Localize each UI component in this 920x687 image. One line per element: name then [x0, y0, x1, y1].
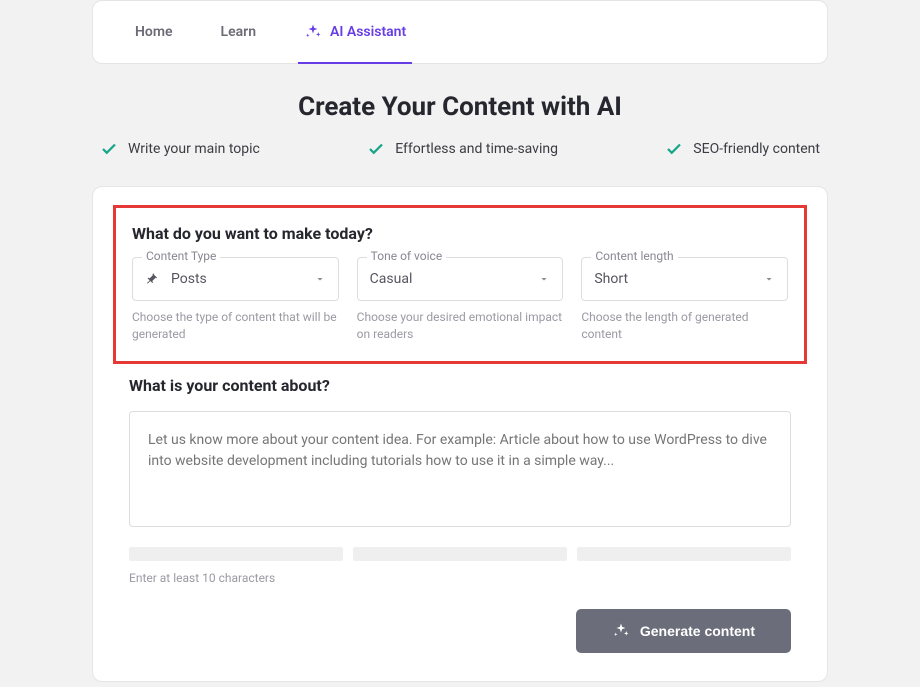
chevron-down-icon [314, 273, 326, 285]
content-type-hint: Choose the type of content that will be … [132, 309, 339, 343]
generate-button[interactable]: Generate content [576, 609, 791, 653]
skeleton-bar [129, 547, 343, 561]
content-type-field: Content Type Posts Choose the type of co [132, 257, 339, 343]
check-icon [367, 140, 385, 158]
tone-hint: Choose your desired emotional impact on … [357, 309, 564, 343]
highlight-box: What do you want to make today? Content … [113, 205, 807, 364]
skeleton-bar [577, 547, 791, 561]
question-label: What do you want to make today? [132, 224, 788, 243]
page-title: Create Your Content with AI [92, 92, 828, 122]
tab-home[interactable]: Home [135, 2, 173, 62]
check-icon [100, 140, 118, 158]
pin-icon [145, 271, 161, 287]
benefit-item: SEO-friendly content [665, 140, 820, 158]
tab-ai-assistant[interactable]: AI Assistant [304, 1, 406, 63]
length-select[interactable]: Short [581, 257, 788, 301]
tone-label: Tone of voice [367, 249, 447, 263]
tone-value: Casual [370, 271, 413, 287]
min-chars-hint: Enter at least 10 characters [129, 571, 791, 585]
button-row: Generate content [129, 609, 791, 653]
tab-ai-assistant-label: AI Assistant [330, 24, 406, 40]
content-type-label: Content Type [142, 249, 220, 263]
main-area: Create Your Content with AI Write your m… [92, 92, 828, 682]
check-icon [665, 140, 683, 158]
sparkle-icon [304, 23, 322, 41]
fields-row: Content Type Posts Choose the type of co [132, 257, 788, 343]
sparkle-icon [612, 622, 630, 640]
length-value: Short [594, 271, 628, 287]
length-field: Content length Short Choose the length o… [581, 257, 788, 343]
benefit-text: Effortless and time-saving [395, 141, 558, 157]
about-label: What is your content about? [129, 376, 791, 395]
benefit-text: SEO-friendly content [693, 141, 820, 157]
chevron-down-icon [538, 273, 550, 285]
tab-bar: Home Learn AI Assistant [92, 0, 828, 64]
tab-learn[interactable]: Learn [221, 2, 256, 62]
content-type-value: Posts [171, 271, 207, 287]
length-label: Content length [591, 249, 677, 263]
tone-field: Tone of voice Casual Choose your desired… [357, 257, 564, 343]
content-card: What do you want to make today? Content … [92, 186, 828, 682]
content-type-select[interactable]: Posts [132, 257, 339, 301]
length-hint: Choose the length of generated content [581, 309, 788, 343]
about-textarea[interactable] [129, 411, 791, 527]
generate-button-label: Generate content [640, 623, 755, 639]
benefit-text: Write your main topic [128, 141, 260, 157]
skeleton-bar [353, 547, 567, 561]
tone-select[interactable]: Casual [357, 257, 564, 301]
benefit-item: Effortless and time-saving [367, 140, 558, 158]
benefit-item: Write your main topic [100, 140, 260, 158]
chevron-down-icon [763, 273, 775, 285]
skeleton-row [129, 547, 791, 561]
benefits-row: Write your main topic Effortless and tim… [92, 140, 828, 158]
